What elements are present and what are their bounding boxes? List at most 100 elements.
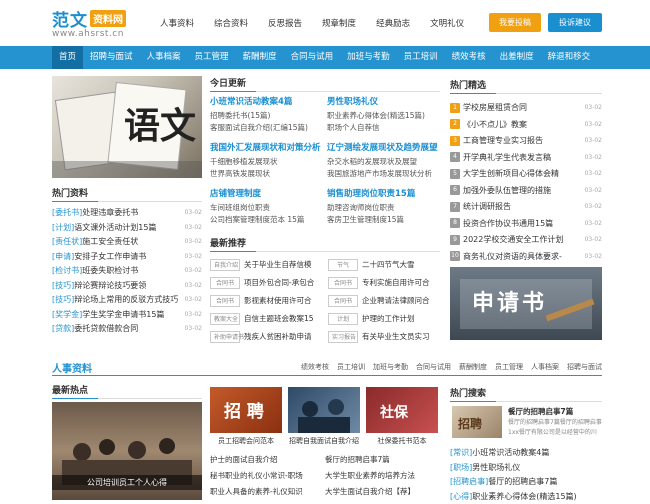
main-nav-item[interactable]: 人事档案 — [140, 46, 188, 69]
hot-search-item[interactable]: [职场]男性职场礼仪 — [450, 461, 602, 476]
hr-article-item[interactable]: 护士的面试自我介绍 — [210, 452, 322, 468]
today-update-subitem[interactable]: 车间班组岗位职责 — [210, 202, 325, 214]
today-update-subitem[interactable]: 职业素养心得体会(精选15篇) — [327, 110, 442, 122]
main-nav-item[interactable]: 员工管理 — [188, 46, 236, 69]
today-update-subitem[interactable]: 世界高铁发展现状 — [210, 168, 325, 180]
main-nav-item[interactable]: 出差制度 — [493, 46, 541, 69]
recommend-item[interactable]: 实习报告有关毕业生文员实习 — [328, 329, 440, 345]
site-logo[interactable]: 范文 资料网 www.ahsrst.cn — [52, 6, 140, 40]
recommend-item[interactable]: 合同书影视素材使用许可合 — [210, 293, 322, 309]
recommend-tag[interactable]: 实习报告 — [328, 331, 358, 343]
hero-image[interactable]: 语文 — [52, 76, 202, 178]
hot-search-thumb[interactable]: 招聘 — [452, 406, 502, 438]
recommend-tag[interactable]: 自我介绍 — [210, 259, 240, 271]
hot-pick-item[interactable]: 92022学校交通安全工作计划03-02 — [450, 232, 602, 249]
recommend-tag[interactable]: 教案大全 — [210, 313, 240, 325]
recommend-tag[interactable]: 合同书 — [328, 277, 358, 289]
today-update-subitem[interactable]: 客房卫生管理制度15篇 — [327, 214, 442, 226]
recommend-tag[interactable]: 合同书 — [210, 277, 240, 289]
hot-pick-item[interactable]: 1学校房屋租赁合同03-02 — [450, 100, 602, 117]
recommend-item[interactable]: 补助申请书残疾人贫困补助申请 — [210, 329, 322, 345]
hot-search-item[interactable]: [常识]小班常识活动教案4篇 — [450, 446, 602, 461]
thumb-social-security[interactable]: 社保 — [366, 387, 438, 433]
hot-search-item[interactable]: [心得]职业素养心得体会(精选15篇) — [450, 490, 602, 504]
top-nav-item[interactable]: 综合资料 — [214, 17, 248, 29]
main-nav-item[interactable]: 员工培训 — [397, 46, 445, 69]
section-hr-title[interactable]: 人事资料 — [52, 360, 92, 375]
apply-banner[interactable]: 申请书 — [450, 267, 602, 340]
hr-article-item[interactable]: 餐厅的招聘启事7篇 — [325, 452, 437, 468]
section-link[interactable]: 招聘与面试 — [567, 362, 602, 372]
hot-material-item[interactable]: [计划]语文课外活动计划15篇03-02 — [52, 221, 202, 236]
main-nav-home[interactable]: 首页 — [52, 46, 83, 69]
complaint-button[interactable]: 投诉建议 — [548, 13, 602, 32]
hr-article-item[interactable]: 大学生面试自我介绍【荐】 — [325, 484, 437, 500]
hot-material-item[interactable]: [技巧]辩论赛辩论技巧要领03-02 — [52, 279, 202, 294]
today-update-headline[interactable]: 我国外汇发展现状和对策分析 — [210, 141, 325, 156]
hot-material-item[interactable]: [责任状]施工安全责任状03-02 — [52, 235, 202, 250]
section-link[interactable]: 人事档案 — [531, 362, 559, 372]
main-nav-item[interactable]: 合同与试用 — [284, 46, 341, 69]
recommend-tag[interactable]: 计划 — [328, 313, 358, 325]
hot-pick-item[interactable]: 7统计调研报告03-02 — [450, 199, 602, 216]
thumb-caption[interactable]: 员工招聘会问范本 — [210, 436, 282, 446]
hot-material-item[interactable]: [贷款]委托贷款借款合同03-02 — [52, 322, 202, 337]
main-nav-item[interactable]: 加班与考勤 — [340, 46, 397, 69]
thumb-caption[interactable]: 社保委托书范本 — [366, 436, 438, 446]
hr-article-item[interactable]: 职业人具备的素养-礼仪知识 — [210, 484, 322, 500]
top-nav-item[interactable]: 人事资料 — [160, 17, 194, 29]
section-link[interactable]: 加班与考勤 — [373, 362, 408, 372]
main-nav-item[interactable]: 招聘与面试 — [83, 46, 140, 69]
hr-article-item[interactable]: 秘书职业的礼仪小常识-职场 — [210, 468, 322, 484]
hot-pick-item[interactable]: 4开学典礼学生代表发言稿03-02 — [450, 150, 602, 167]
recommend-item[interactable]: 自我介绍关于毕业生自荐信模 — [210, 257, 322, 273]
hot-material-item[interactable]: [委托书]处理违章委托书03-02 — [52, 206, 202, 221]
recommend-item[interactable]: 教案大全自信主题班会教案15 — [210, 311, 322, 327]
today-update-subitem[interactable]: 杂交水稻的发展现状及展望 — [327, 156, 442, 168]
recommend-tag[interactable]: 合同书 — [210, 295, 240, 307]
top-nav-item[interactable]: 规章制度 — [322, 17, 356, 29]
today-update-subitem[interactable]: 我国旅游地产市场发展现状分析 — [327, 168, 442, 180]
today-update-subitem[interactable]: 职场个人自荐信 — [327, 122, 442, 134]
recommend-tag[interactable]: 补助申请书 — [210, 331, 240, 343]
thumb-recruit-1[interactable]: 招 聘 — [210, 387, 282, 433]
today-update-headline[interactable]: 小班常识活动教案4篇 — [210, 95, 325, 110]
today-update-subitem[interactable]: 千细胞移植发展现状 — [210, 156, 325, 168]
today-update-headline[interactable]: 销售助理岗位职责15篇 — [327, 187, 442, 202]
top-nav-item[interactable]: 反思报告 — [268, 17, 302, 29]
section-link[interactable]: 绩效考核 — [301, 362, 329, 372]
recommend-item[interactable]: 合同书项目外包合同-承包合 — [210, 275, 322, 291]
section-link[interactable]: 员工培训 — [337, 362, 365, 372]
hr-article-item[interactable]: 大学生职业素养的培养方法 — [325, 468, 437, 484]
hot-material-item[interactable]: [奖学金]学生奖学金申请书15篇03-02 — [52, 308, 202, 323]
submit-article-button[interactable]: 我要投稿 — [489, 13, 541, 32]
today-update-headline[interactable]: 男性职场礼仪 — [327, 95, 442, 110]
hot-search-feature-title[interactable]: 餐厅的招聘启事7篇 — [508, 406, 602, 417]
hot-pick-item[interactable]: 6加强外委队伍管理的措施03-02 — [450, 183, 602, 200]
recommend-item[interactable]: 节气二十四节气大雪 — [328, 257, 440, 273]
hot-pick-item[interactable]: 2《小不点儿》教案03-02 — [450, 117, 602, 134]
today-update-subitem[interactable]: 公司档案管理制度范本 15篇 — [210, 214, 325, 226]
top-nav-item[interactable]: 文明礼仪 — [430, 17, 464, 29]
section-link[interactable]: 薪酬制度 — [459, 362, 487, 372]
main-nav-item[interactable]: 辞退和移交 — [541, 46, 598, 69]
hot-material-item[interactable]: [检讨书]班委失职检讨书03-02 — [52, 264, 202, 279]
main-nav-item[interactable]: 绩效考核 — [445, 46, 493, 69]
hot-pick-item[interactable]: 5大学生创新项目心得体会精03-02 — [450, 166, 602, 183]
section-link[interactable]: 员工管理 — [495, 362, 523, 372]
today-update-headline[interactable]: 辽宁测绘发展现状及趋势展望 — [327, 141, 442, 156]
recommend-item[interactable]: 计划护理的工作计划 — [328, 311, 440, 327]
recommend-item[interactable]: 合同书企业聘请法律顾问合 — [328, 293, 440, 309]
top-nav-item[interactable]: 经典励志 — [376, 17, 410, 29]
hot-material-item[interactable]: [申请]安排子女工作申请书03-02 — [52, 250, 202, 265]
section-link[interactable]: 合同与试用 — [416, 362, 451, 372]
training-photo[interactable]: 公司培训员工个人心得 — [52, 402, 202, 500]
today-update-subitem[interactable]: 招聘委托书(15篇) — [210, 110, 325, 122]
recommend-tag[interactable]: 节气 — [328, 259, 358, 271]
recommend-item[interactable]: 合同书专利实施自用许可合 — [328, 275, 440, 291]
thumb-caption[interactable]: 招聘自我面试自我介绍 — [284, 436, 364, 446]
hot-pick-item[interactable]: 10商务礼仪对资语的具体要求-03-02 — [450, 249, 602, 266]
today-update-subitem[interactable]: 客服面试自我介绍(汇编15篇) — [210, 122, 325, 134]
main-nav-item[interactable]: 薪酬制度 — [236, 46, 284, 69]
hot-material-item[interactable]: [技巧]辩论场上常用的反驳方式技巧03-02 — [52, 293, 202, 308]
